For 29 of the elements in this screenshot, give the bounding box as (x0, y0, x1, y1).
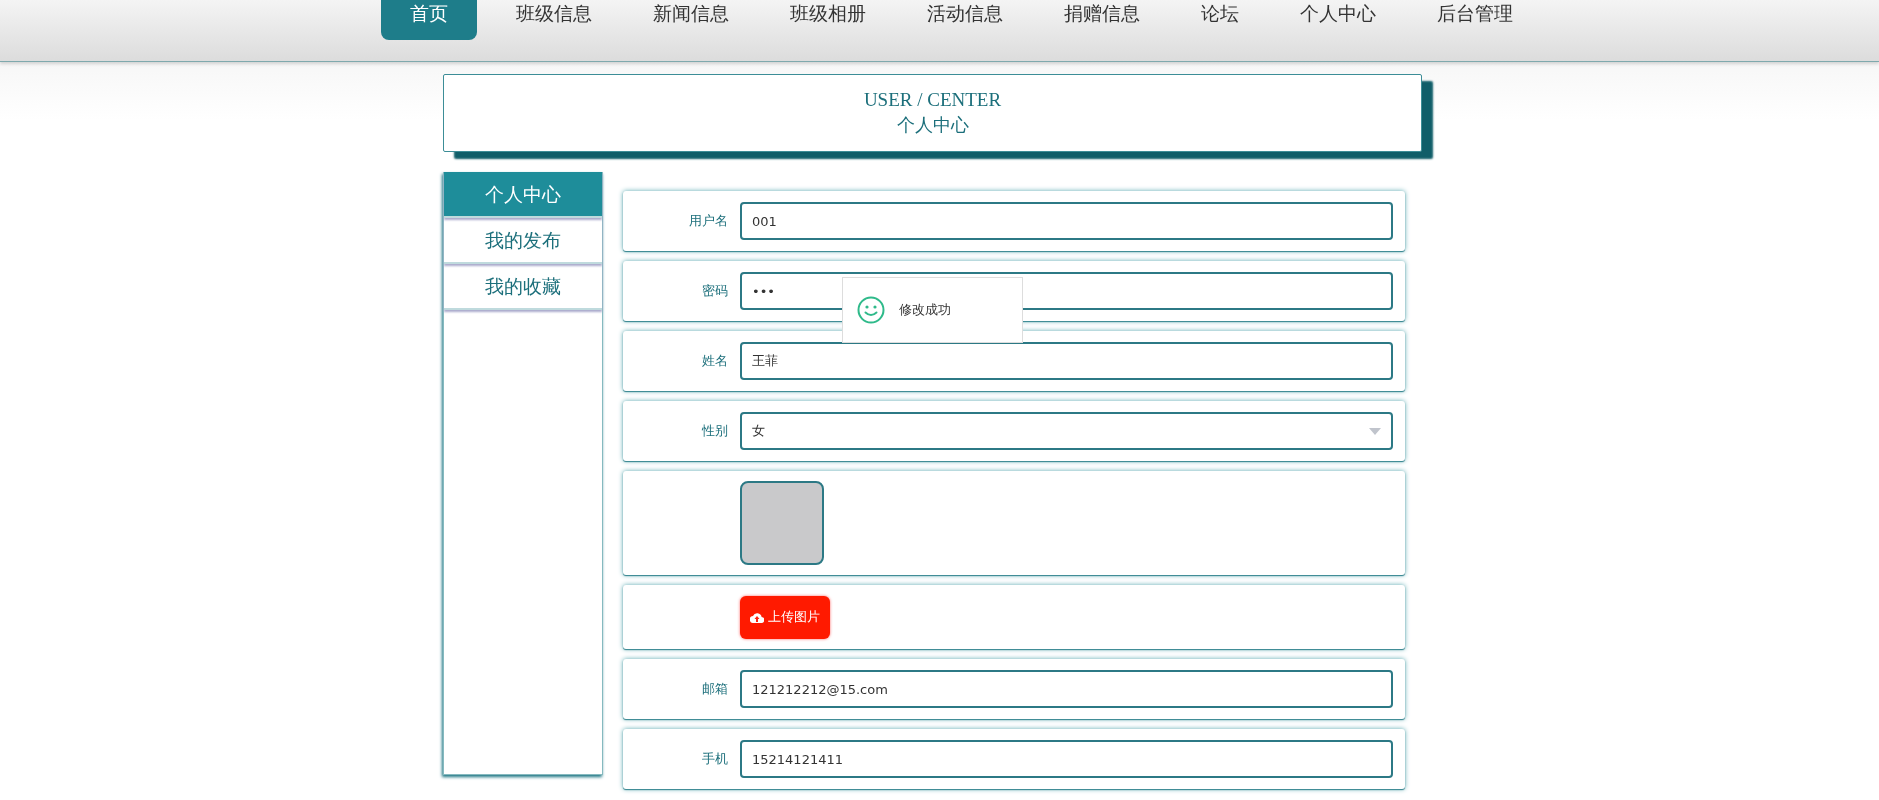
input-field[interactable]: 15214121411 (740, 740, 1393, 778)
header-title: 个人中心 (896, 114, 969, 137)
field-label: 密码 (701, 282, 728, 300)
field-label: 邮箱 (701, 680, 728, 698)
select-field[interactable]: 女 (740, 412, 1393, 450)
input-field[interactable]: 121212212@15.com (740, 670, 1393, 708)
field-label: 性别 (701, 422, 728, 440)
cloud-upload-icon (750, 611, 764, 623)
nav-link[interactable]: 班级信息 (494, 0, 614, 40)
nav-link[interactable]: 论坛 (1179, 0, 1261, 40)
nav-link[interactable]: 新闻信息 (631, 0, 751, 40)
field-label: 用户名 (688, 212, 728, 230)
upload-button[interactable]: 上传图片 (740, 595, 830, 639)
nav-link[interactable]: 个人中心 (1278, 0, 1398, 40)
sidebar-item[interactable]: 个人中心 (444, 172, 602, 218)
input-field[interactable]: 王菲 (740, 342, 1393, 380)
nav-link[interactable]: 班级相册 (768, 0, 888, 40)
nav-link[interactable]: 首页 (381, 0, 477, 40)
field-label: 手机 (701, 750, 728, 768)
smiley-icon (857, 296, 885, 324)
nav-link[interactable]: 后台管理 (1415, 0, 1535, 40)
caret-icon (1369, 427, 1381, 435)
field-label: 姓名 (701, 352, 728, 370)
header-title-english: USER / CENTER (863, 89, 1002, 111)
nav-link[interactable]: 捐赠信息 (1042, 0, 1162, 40)
sidebar-item[interactable]: 我的收藏 (444, 264, 602, 310)
sidebar-item[interactable]: 我的发布 (444, 218, 602, 264)
nav-link[interactable]: 活动信息 (905, 0, 1025, 40)
input-field[interactable]: 001 (740, 202, 1393, 240)
